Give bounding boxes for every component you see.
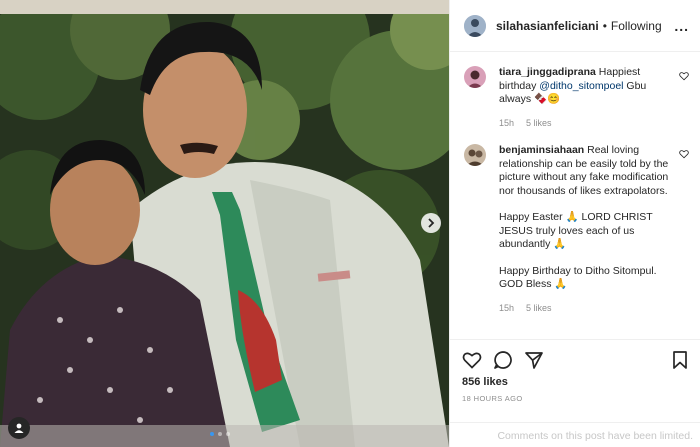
bookmark-icon[interactable]: [670, 350, 690, 370]
comments-limited-text: Comments on this post have been limited.: [497, 430, 693, 442]
comment-body: tiara_jinggadiprana Happiest birthday @d…: [499, 66, 669, 130]
carousel-indicator: [210, 432, 230, 436]
more-options-icon[interactable]: ...: [674, 18, 689, 34]
comments-list: tiara_jinggadiprana Happiest birthday @d…: [450, 52, 700, 339]
comment-username[interactable]: benjaminsiahaan: [499, 144, 584, 156]
profile-picture: [464, 14, 486, 37]
carousel-dot-active: [210, 432, 214, 436]
likes-count[interactable]: 856 likes: [462, 376, 508, 388]
post-timestamp[interactable]: 18 HOURS AGO: [462, 394, 523, 403]
comment-icon[interactable]: [493, 350, 513, 370]
post-photo: [0, 0, 449, 447]
avatar[interactable]: [464, 14, 486, 37]
tagged-users-button[interactable]: [8, 417, 30, 439]
comment-mention-link[interactable]: @ditho_sitompoel: [539, 80, 623, 92]
heart-icon[interactable]: [679, 149, 689, 159]
carousel-dot: [226, 432, 230, 436]
comment-body: benjaminsiahaan Real loving relationship…: [499, 144, 669, 315]
comment-meta: 15h 5 likes: [499, 117, 669, 131]
chevron-right-icon: [428, 218, 435, 228]
comment-meta: 15h 5 likes: [499, 302, 669, 316]
carousel-dot: [218, 432, 222, 436]
following-button[interactable]: Following: [611, 19, 662, 33]
avatar[interactable]: [464, 144, 486, 166]
post-author-username[interactable]: silahasianfeliciani: [496, 19, 599, 33]
comment-text: benjaminsiahaan Real loving relationship…: [499, 144, 669, 198]
action-icons: [462, 350, 690, 370]
comment-paragraph: Happy Easter 🙏 LORD CHRIST JESUS truly l…: [499, 211, 653, 250]
user-tag-icon: [14, 423, 24, 433]
header-separator: •: [602, 18, 607, 33]
post-side-panel: silahasianfeliciani • Following ... tiar…: [449, 0, 700, 447]
comment-likes[interactable]: 5 likes: [526, 117, 552, 131]
comment-paragraph: Happy Birthday to Ditho Sitompul. GOD Bl…: [499, 264, 657, 291]
carousel-next-button[interactable]: [421, 213, 441, 233]
comment-username[interactable]: tiara_jinggadiprana: [499, 66, 596, 78]
comments-limited-notice: Comments on this post have been limited.: [450, 422, 700, 447]
share-icon[interactable]: [524, 350, 544, 370]
comment-likes[interactable]: 5 likes: [526, 302, 552, 316]
post-actions: 856 likes 18 HOURS AGO Comments on this …: [450, 339, 700, 447]
heart-icon[interactable]: [462, 350, 482, 370]
post-media: [0, 0, 449, 447]
avatar[interactable]: [464, 66, 486, 88]
comment-time: 15h: [499, 302, 515, 313]
commenter-picture: [464, 144, 486, 166]
post-header: silahasianfeliciani • Following ...: [450, 0, 700, 52]
heart-icon[interactable]: [679, 71, 689, 81]
comment-text: tiara_jinggadiprana Happiest birthday @d…: [499, 66, 669, 107]
comment-time: 15h: [499, 117, 515, 128]
commenter-picture: [464, 66, 486, 88]
